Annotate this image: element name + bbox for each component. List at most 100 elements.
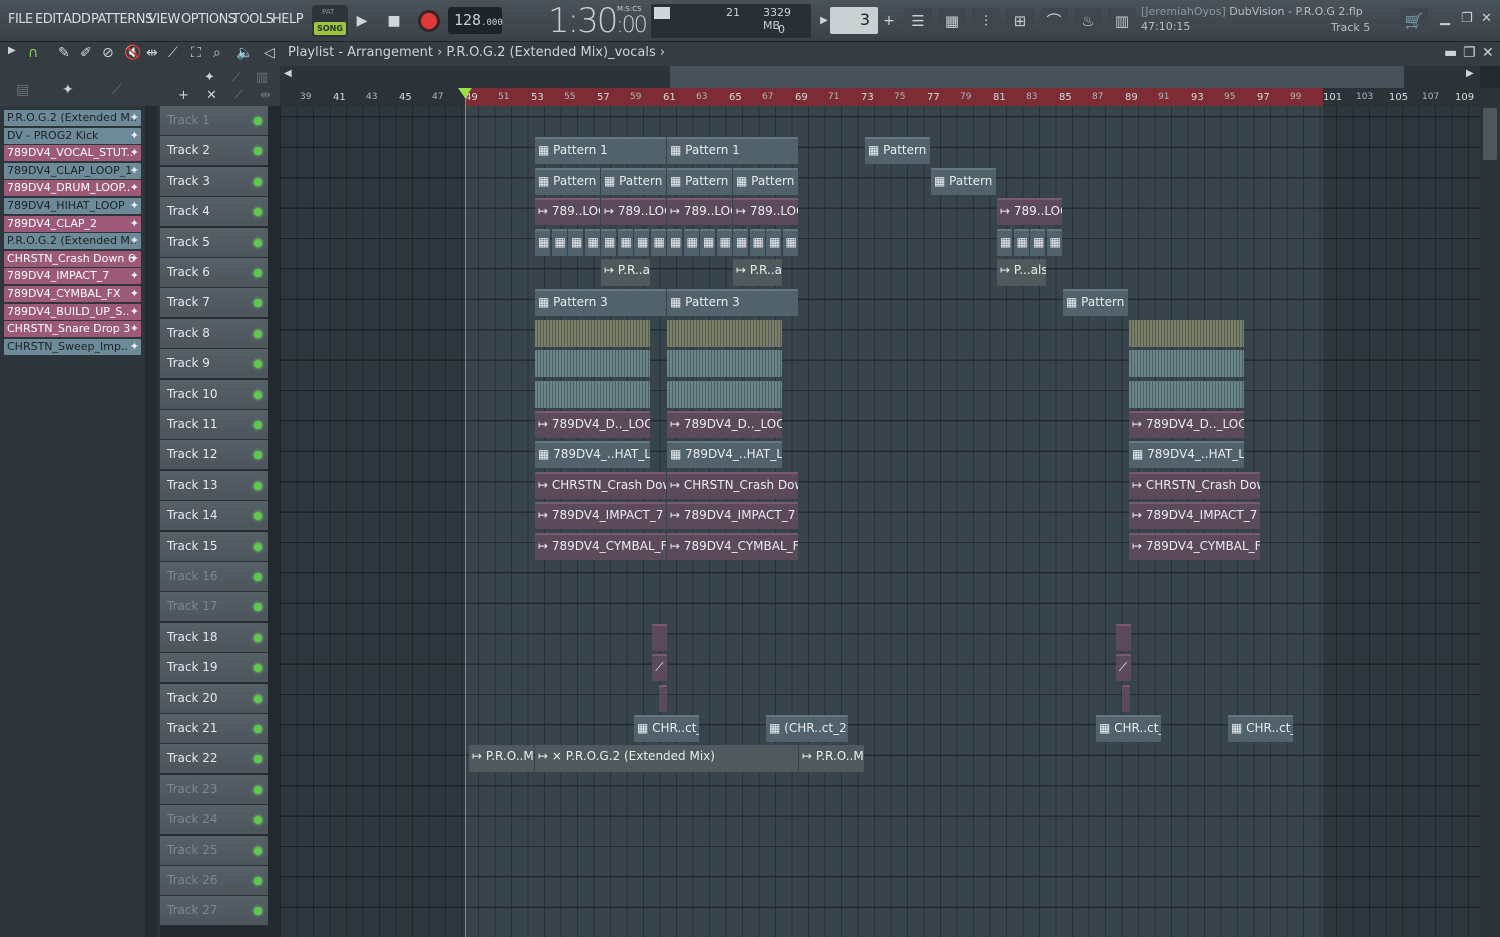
track-mute-led[interactable] [254, 421, 262, 429]
playlist-clip[interactable]: ↦ 789..LOOP [733, 198, 798, 226]
track-mute-led[interactable] [254, 816, 262, 825]
pattern-block[interactable]: ▦ [716, 228, 732, 256]
playlist-clip[interactable]: ▦ Pattern 3 [667, 289, 798, 317]
panel-minimize-icon[interactable]: ▬ [1444, 45, 1457, 61]
pattern-block[interactable]: ▦ [551, 228, 567, 256]
pattern-block[interactable]: ▦ [1046, 228, 1062, 256]
zoom-tool-icon[interactable]: ⌕ [213, 45, 221, 61]
touch-controller-icon[interactable]: ♨ [1074, 8, 1102, 34]
pattern-block[interactable]: ▦ [733, 228, 748, 256]
piano-roll-icon[interactable]: ▥ [1108, 8, 1136, 34]
menu-file[interactable]: FILE [8, 12, 33, 27]
playlist-clip[interactable]: ▦ Pattern 2 [601, 167, 666, 195]
playlist-clip[interactable]: ↦ 789..LOOP [997, 198, 1062, 226]
shop-icon[interactable]: 🛒 [1400, 8, 1428, 34]
track-mute-led[interactable] [254, 664, 262, 673]
pattern-filter-icon[interactable]: ▤ [16, 82, 29, 98]
playlist-clip[interactable]: ↦ 789..LOOP [535, 198, 600, 226]
pattern-block[interactable]: ▦ [617, 228, 633, 256]
channel-item[interactable]: 789DV4_BUILD_UP_S.. ✦ [4, 303, 141, 320]
playlist-clip[interactable]: ↦ 789DV4_IMPACT_7 [535, 502, 666, 530]
playlist-clip[interactable]: ↦ 789DV4_D.._LOOP_3 [535, 411, 650, 438]
playlist-clip[interactable] [667, 350, 782, 378]
track-header-item[interactable]: Track 6 [160, 258, 268, 288]
playlist-clip[interactable]: ▦ Pattern 1 [535, 137, 666, 165]
menu-add[interactable]: ADD [63, 12, 91, 27]
track-mute-led[interactable] [254, 877, 262, 885]
playlist-clip[interactable]: ▦ Pattern 3 [1063, 289, 1128, 317]
track-mute-led[interactable] [254, 694, 262, 703]
track-header-item[interactable]: Track 25 [160, 835, 268, 866]
magnet-icon[interactable]: ∩ [28, 45, 38, 61]
pattern-block[interactable]: ▦ [1013, 228, 1029, 256]
pattern-selector[interactable]: 3 [830, 7, 878, 34]
track-header-item[interactable]: Track 1 [160, 106, 268, 136]
audio-wave-icon[interactable]: ✦ [204, 70, 215, 85]
track-header-item[interactable]: Track 23 [160, 774, 268, 805]
channel-item[interactable]: 789DV4_CLAP_2 ✦ [4, 215, 141, 232]
slip-tool-icon[interactable]: ⇹ [146, 45, 158, 61]
track-header-item[interactable]: Track 16 [160, 562, 268, 592]
playlist-clip[interactable]: ▦ 789DV4_..HAT_LOOP [667, 441, 782, 469]
playlist-icon[interactable]: ☰ [904, 8, 932, 34]
playlist-clip[interactable]: ▦ CHR..ct_2 [634, 715, 699, 742]
track-mute-led[interactable] [254, 481, 262, 490]
track-mute-led[interactable] [254, 603, 262, 612]
playhead-marker[interactable] [458, 88, 472, 98]
playlist-clip[interactable]: ↦ P.R..als [733, 259, 782, 286]
track-mute-led[interactable] [254, 542, 262, 551]
playlist-clip[interactable]: ▦ Pattern 2 [733, 167, 798, 195]
track-header-item[interactable]: Track 20 [160, 683, 268, 714]
track-mute-led[interactable] [254, 208, 262, 217]
pattern-block[interactable]: ▦ [568, 228, 583, 256]
menu-help[interactable]: HELP [272, 12, 304, 27]
slice-tool-icon[interactable]: ⟋ [168, 45, 178, 61]
resize-track-icon[interactable]: ⇹ [260, 88, 271, 103]
pattern-block[interactable]: ▦ [650, 228, 666, 256]
playlist-clip[interactable] [535, 350, 650, 378]
pattern-block[interactable]: ▦ [601, 228, 616, 256]
audio-filter-icon[interactable]: ✦ [62, 82, 74, 98]
paint-icon[interactable]: ✐ [80, 45, 92, 61]
panel-close-icon[interactable]: ✕ [1482, 45, 1494, 61]
playlist-clip[interactable]: ▦ 789DV4_..HAT_LOOP [535, 441, 650, 469]
stop-icon[interactable]: ■ [382, 9, 406, 33]
channel-item[interactable]: P.R.O.G.2 (Extended M.. ✦ [4, 110, 141, 126]
menu-tools[interactable]: TOOLS [232, 12, 274, 27]
track-mute-led[interactable] [254, 147, 262, 156]
pattern-block[interactable]: ▦ [667, 228, 682, 256]
sample-block[interactable] [1115, 623, 1131, 651]
playlist-clip[interactable]: ↦ 789DV4_D.._LOOP_3 [667, 411, 782, 438]
playlist-clip[interactable]: ↦ × P.R.O.G.2 (Extended Mix) [535, 745, 798, 773]
plugin-picker-icon[interactable]: ⌒ [1040, 8, 1068, 34]
track-header-item[interactable]: Track 5 [160, 227, 268, 258]
playlist-clip[interactable]: ▦ (CHR..ct_2 [766, 715, 848, 742]
channel-item[interactable]: CHRSTN_Snare Drop 3 ✦ [4, 321, 141, 338]
playlist-clip[interactable] [667, 319, 782, 347]
playlist-clip[interactable] [1129, 380, 1244, 408]
track-header-item[interactable]: Track 18 [160, 622, 268, 653]
track-header-item[interactable]: Track 2 [160, 136, 268, 167]
play-icon[interactable]: ▶ [350, 9, 374, 33]
playlist-clip[interactable] [1129, 319, 1244, 347]
breadcrumb[interactable]: Playlist - Arrangement › P.R.O.G.2 (Exte… [288, 45, 665, 60]
overview-window[interactable] [670, 66, 1404, 88]
track-header-item[interactable]: Track 24 [160, 805, 268, 836]
track-mute-led[interactable] [254, 755, 262, 764]
channel-item[interactable]: 789DV4_DRUM_LOOP.. ✦ [4, 180, 141, 197]
track-header-item[interactable]: Track 17 [160, 592, 268, 623]
track-mute-led[interactable] [254, 360, 262, 369]
playlist-clip[interactable]: ▦ Pattern 2 [535, 167, 600, 195]
track-mute-led[interactable] [254, 117, 262, 125]
track-mute-led[interactable] [254, 512, 262, 521]
pattern-block[interactable]: ▦ [700, 228, 715, 256]
playlist-clip[interactable] [535, 319, 650, 347]
track-header-item[interactable]: Track 9 [160, 349, 268, 380]
speaker-icon[interactable]: ◁ [264, 45, 275, 61]
playlist-clip[interactable]: ▦ CHR..ct_2 [1228, 715, 1293, 742]
playlist-clip[interactable] [1129, 350, 1244, 378]
pattern-block[interactable]: ▦ [749, 228, 765, 256]
delete-tool-icon[interactable]: ⊘ [102, 45, 114, 61]
playlist-clip[interactable]: ↦ 789DV4_CYMBAL_FX [667, 532, 798, 560]
playlist-clip[interactable]: ▦ CHR..ct_2 [1096, 715, 1161, 742]
